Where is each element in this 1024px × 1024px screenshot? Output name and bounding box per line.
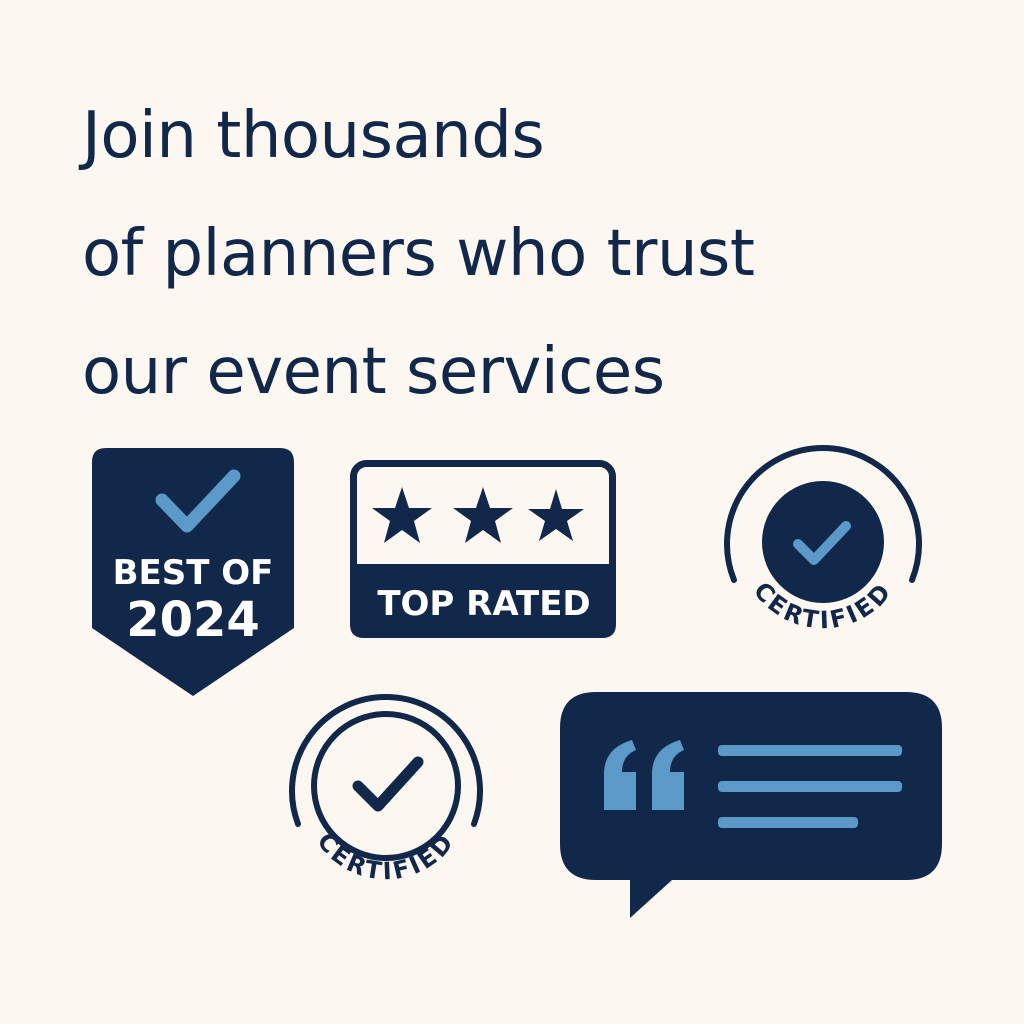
top-rated-badge: TOP RATED — [350, 460, 616, 638]
testimonial-bubble — [560, 692, 944, 920]
certified-badge-right: CERTIFIED — [722, 442, 924, 654]
text-placeholder-line — [718, 745, 902, 756]
top-rated-label: TOP RATED — [377, 584, 590, 624]
headline: Join thousands of planners who trust our… — [82, 88, 982, 442]
shield-icon: BEST OF 2024 — [92, 448, 294, 696]
text-placeholder-line — [718, 781, 902, 792]
headline-line-2: of planners who trust — [82, 217, 755, 291]
best-of-badge: BEST OF 2024 — [92, 448, 294, 698]
best-of-year: 2024 — [126, 592, 260, 648]
headline-line-1: Join thousands — [82, 99, 545, 173]
certified-badge-left: CERTIFIED — [288, 688, 484, 896]
headline-line-3: our event services — [82, 335, 665, 409]
best-of-line1: BEST OF — [113, 553, 274, 593]
checkmark-icon — [352, 756, 424, 812]
text-placeholder-line — [718, 817, 858, 828]
